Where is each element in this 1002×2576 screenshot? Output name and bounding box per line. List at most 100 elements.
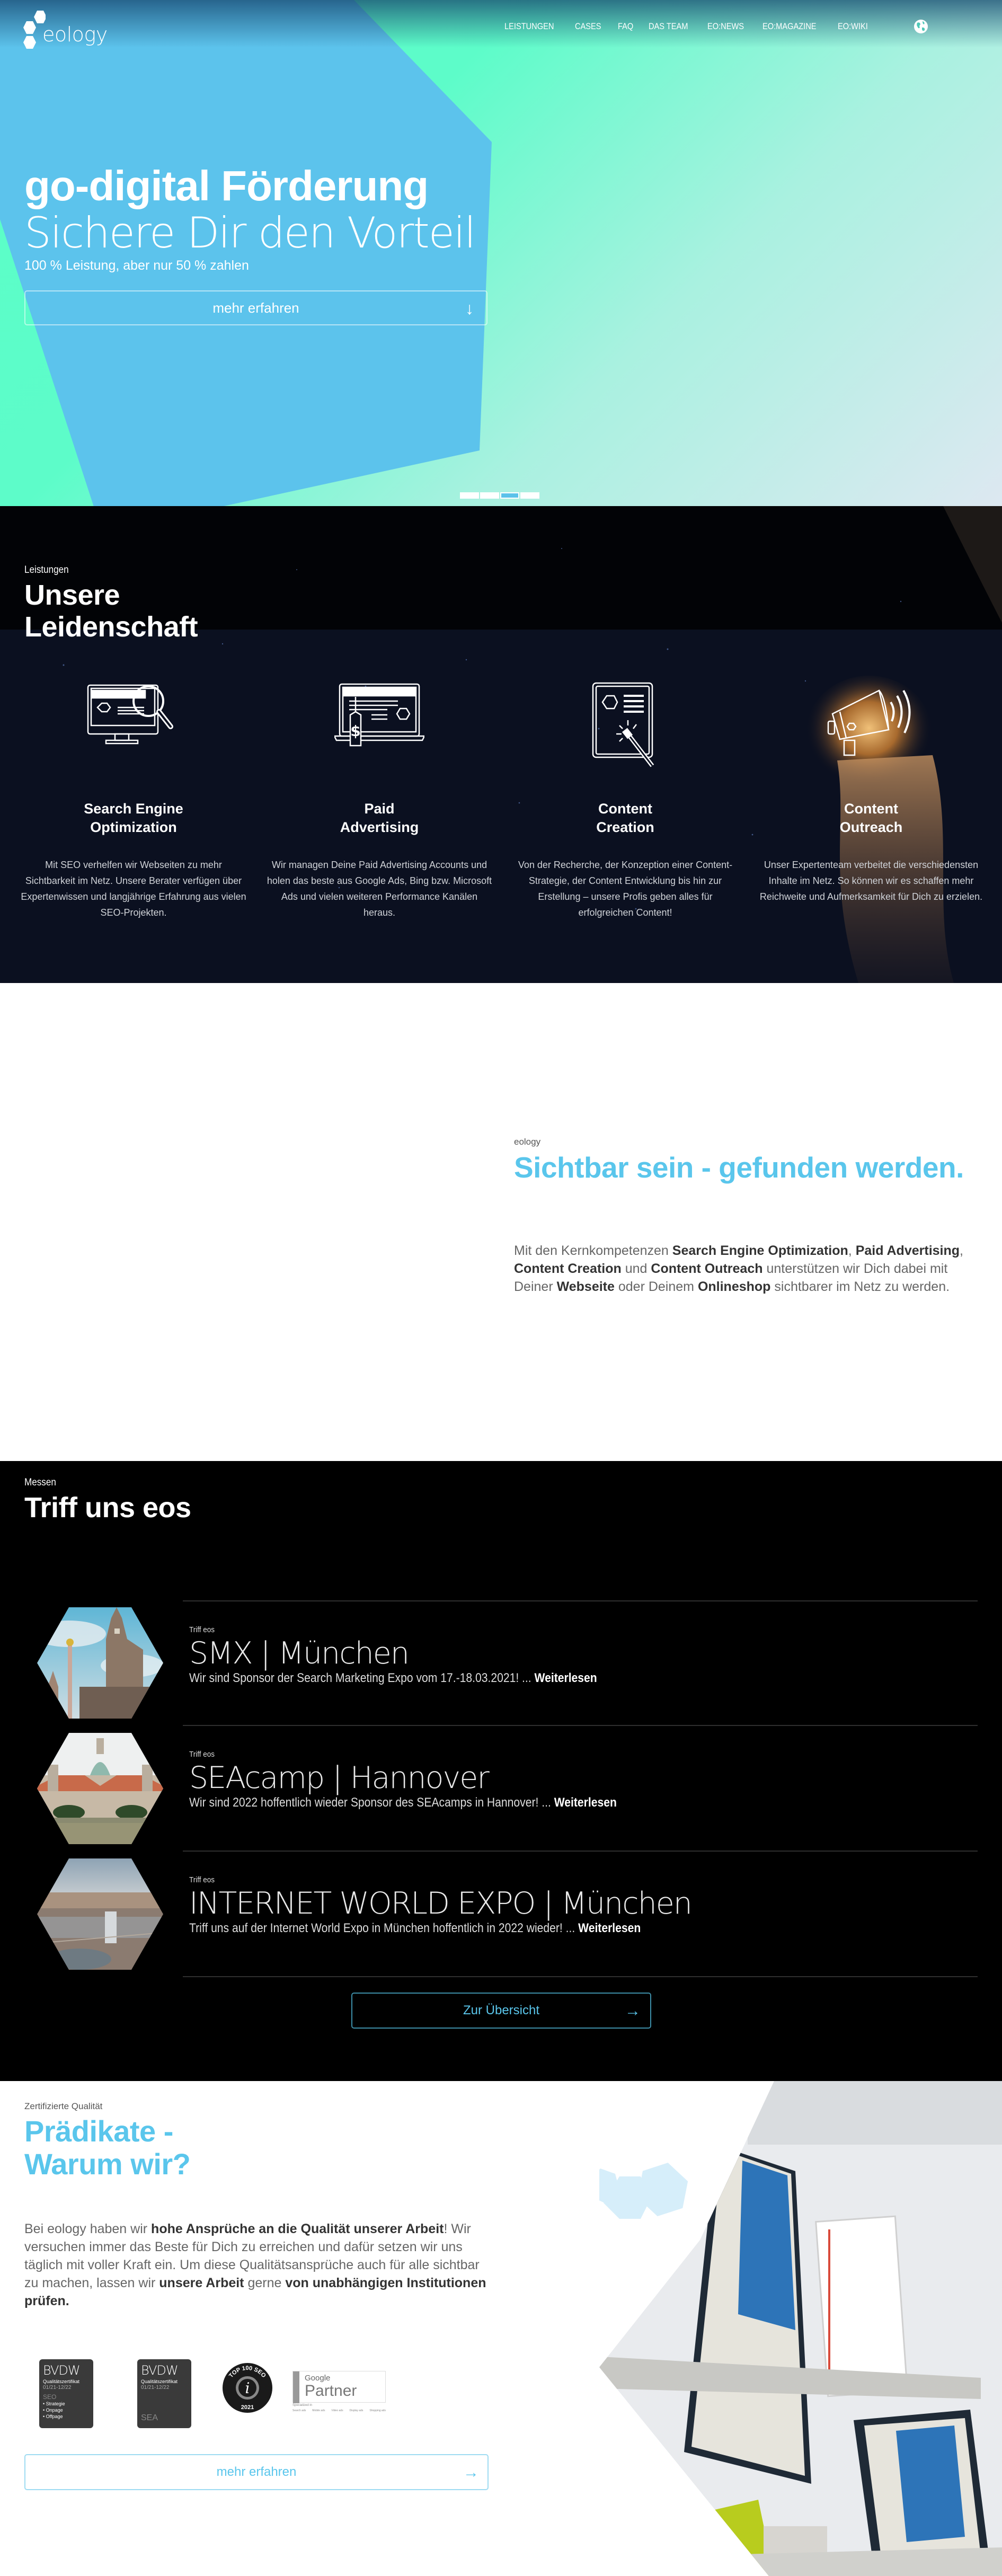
event-title[interactable]: INTERNET WORLD EXPO | München — [189, 1886, 703, 1921]
event-description: Wir sind 2022 hoffentlich wieder Sponsor… — [189, 1795, 617, 1810]
bvdw-seo-badge[interactable]: BVDW Qualitätszertifikat 01/21-12/22 SEO… — [39, 2359, 93, 2428]
service-description: Unser Expertenteam verbeitet die verschi… — [759, 860, 983, 902]
laptop-price-tag-icon: $ — [334, 683, 424, 747]
events-header: Messen Triff uns eos — [24, 1477, 191, 1524]
arrow-down-icon: ↓ — [465, 299, 474, 318]
slider-dot[interactable] — [460, 492, 479, 499]
quality-kicker: Zertifizierte Qualität — [24, 2101, 103, 2111]
slider-dot[interactable] — [520, 492, 539, 499]
services-header: Leistungen Unsere Leidenschaft — [24, 564, 198, 643]
quality-text: Bei eology haben wir hohe Ansprüche an d… — [24, 2221, 486, 2308]
read-more-link[interactable]: Weiterlesen — [578, 1921, 641, 1935]
hero-content: go-digital Förderung Sichere Dir den Vor… — [24, 162, 491, 325]
events-section: Messen Triff uns eos Triff eos SMX | Mün… — [0, 1461, 1002, 2081]
service-card-content-creation[interactable]: Content Creation Von der Recherche, der K… — [502, 681, 748, 920]
certificates-photo — [599, 2081, 1002, 2576]
globe-icon[interactable] — [912, 18, 929, 35]
nav-item-leistungen[interactable]: LEISTUNGEN — [504, 21, 554, 32]
hero-more-button[interactable]: mehr erfahren ↓ — [24, 290, 487, 325]
event-kicker: Triff eos — [189, 1625, 215, 1634]
main-navigation: eology LEISTUNGEN CASES FAQ DAS TEAM EO:… — [0, 0, 1002, 53]
service-description: Wir managen Deine Paid Advertising Accou… — [267, 860, 492, 918]
nav-item-das-team[interactable]: DAS TEAM — [649, 21, 688, 32]
events-kicker: Messen — [24, 1477, 56, 1488]
events-title: Triff uns eos — [24, 1492, 191, 1524]
quality-more-button[interactable]: mehr erfahren → — [24, 2454, 489, 2490]
bvdw-sea-badge[interactable]: BVDW Qualitätszertifikat 01/21-12/22 SEA — [137, 2359, 191, 2428]
event-text: Triff eos INTERNET WORLD EXPO | München … — [189, 1875, 703, 1936]
svg-text:$: $ — [350, 722, 360, 740]
divider — [183, 1725, 978, 1726]
nav-item-faq[interactable]: FAQ — [618, 21, 633, 32]
services-title-line1: Unsere — [24, 579, 120, 611]
event-item[interactable]: Triff eos SMX | München Wir sind Sponsor… — [0, 1607, 1002, 1732]
divider — [183, 1851, 978, 1852]
services-kicker: Leistungen — [24, 564, 69, 576]
event-description: Wir sind Sponsor der Search Marketing Ex… — [189, 1671, 597, 1685]
services-section: Leistungen Unsere Leidenschaft Search En… — [0, 506, 1002, 983]
tablet-magic-wand-icon — [592, 682, 654, 767]
quality-header: Zertifizierte Qualität Prädikate - Warum … — [24, 2101, 191, 2181]
arrow-right-icon: → — [463, 2464, 479, 2481]
service-title: Search Engine Optimization — [84, 801, 183, 835]
event-item[interactable]: Triff eos SEAcamp | Hannover Wir sind 20… — [0, 1733, 1002, 1858]
visibility-title: Sichtbar sein - gefunden werden. — [514, 1151, 964, 1184]
certification-badges: BVDW Qualitätszertifikat 01/21-12/22 SEO… — [21, 2339, 392, 2435]
hero-subtitle: Sichere Dir den Vorteil — [24, 208, 476, 258]
nav-item-eo-news[interactable]: EO:NEWS — [707, 21, 744, 32]
nav-links: LEISTUNGEN CASES FAQ DAS TEAM EO:NEWS EO… — [504, 21, 885, 32]
logo-link[interactable]: eology — [22, 10, 108, 50]
read-more-link[interactable]: Weiterlesen — [535, 1671, 597, 1685]
megaphone-icon — [827, 689, 911, 756]
services-title-line2: Leidenschaft — [24, 611, 198, 643]
event-description: Triff uns auf der Internet World Expo in… — [189, 1921, 641, 1935]
hero-section: eology LEISTUNGEN CASES FAQ DAS TEAM EO:… — [0, 0, 1002, 506]
munich-town-hall-image — [37, 1607, 163, 1719]
divider — [183, 1976, 978, 1977]
service-title: Paid Advertising — [340, 801, 419, 835]
event-kicker: Triff eos — [189, 1875, 215, 1884]
service-description: Von der Recherche, der Konzeption einer … — [518, 860, 733, 918]
slider-pagination — [460, 492, 540, 499]
service-title: Content Creation — [596, 801, 654, 835]
hero-title: go-digital Förderung — [24, 162, 429, 209]
nav-item-eo-magazine[interactable]: EO:MAGAZINE — [762, 21, 817, 32]
google-partner-badge[interactable]: Google Partner Specialized in Search ads… — [292, 2371, 386, 2423]
hero-note: 100 % Leistung, aber nur 50 % zahlen — [24, 258, 249, 273]
slider-dot-active[interactable] — [500, 492, 519, 499]
arrow-right-icon: → — [625, 2002, 641, 2020]
hannover-town-hall-image — [37, 1733, 163, 1844]
visibility-section: eology Sichtbar sein - gefunden werden. … — [0, 983, 1002, 1461]
services-title: Unsere Leidenschaft — [24, 579, 198, 643]
event-item[interactable]: Triff eos INTERNET WORLD EXPO | München … — [0, 1858, 1002, 1984]
munich-aerial-image — [37, 1858, 163, 1970]
event-text: Triff eos SEAcamp | Hannover Wir sind 20… — [189, 1750, 675, 1810]
quality-section: Zertifizierte Qualität Prädikate - Warum … — [0, 2081, 1002, 2576]
event-title[interactable]: SMX | München — [189, 1636, 653, 1671]
quality-title: Prädikate - Warum wir? — [24, 2114, 191, 2181]
overview-button[interactable]: Zur Übersicht → — [351, 1993, 651, 2029]
overview-button-label: Zur Übersicht — [463, 2003, 540, 2017]
svg-text:2021: 2021 — [241, 2404, 254, 2411]
event-kicker: Triff eos — [189, 1750, 215, 1759]
monitor-search-icon — [87, 684, 173, 745]
nav-item-eo-wiki[interactable]: EO:WIKI — [838, 21, 868, 32]
services-grid: Search Engine Optimization Mit SEO verhel… — [0, 681, 1002, 920]
svg-text:i: i — [245, 2379, 250, 2397]
service-card-seo[interactable]: Search Engine Optimization Mit SEO verhel… — [11, 681, 256, 920]
nav-item-cases[interactable]: CASES — [575, 21, 601, 32]
service-card-paid-advertising[interactable]: $ Paid Advertising Wir managen Deine Paid… — [256, 681, 502, 920]
service-title: Content Outreach — [839, 801, 903, 835]
service-card-content-outreach[interactable]: Content Outreach Unser Expertenteam verbe… — [748, 681, 994, 920]
divider — [183, 1600, 978, 1601]
visibility-text: Mit den Kernkompetenzen Search Engine Op… — [514, 1243, 963, 1294]
service-description: Mit SEO verhelfen wir Webseiten zu mehr … — [21, 860, 246, 918]
top100-seo-badge[interactable]: i TOP 100 SEO 2021 — [218, 2360, 277, 2413]
visibility-kicker: eology — [514, 1137, 541, 1147]
read-more-link[interactable]: Weiterlesen — [554, 1795, 617, 1810]
event-text: Triff eos SMX | München Wir sind Sponsor… — [189, 1625, 653, 1686]
quality-more-button-label: mehr erfahren — [216, 2465, 297, 2479]
logo-text: eology — [42, 23, 108, 46]
event-title[interactable]: SEAcamp | Hannover — [189, 1760, 675, 1795]
slider-dot[interactable] — [480, 492, 499, 499]
